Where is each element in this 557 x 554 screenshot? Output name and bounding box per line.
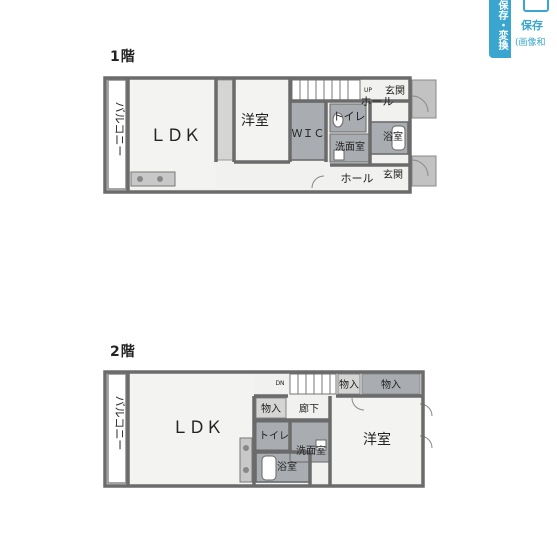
save-convert-vertical-label: 保存・変換	[496, 0, 507, 50]
floor1-stove-icon	[157, 176, 163, 182]
floor2-storage-top2-label: 物入	[381, 378, 401, 391]
floor2-balcony-label: バルコニー	[113, 396, 126, 451]
floor-plan-drawing: バルコニー ＬＤＫ 洋室 ＷＩＣ トイレ 洗面室 浴室 ホール 玄関 ホール 玄…	[103, 76, 437, 488]
floor2-kitchen-counter	[239, 437, 253, 483]
floor1-toilet-label: トイレ	[333, 110, 366, 123]
floor2-washroom-label: 洗面室	[296, 444, 326, 457]
floor2-sink-icon	[243, 445, 249, 451]
save-button-subtitle: (画像和	[515, 38, 546, 48]
floor2-toilet-label: トイレ	[259, 431, 289, 442]
save-button-title: 保存	[521, 19, 543, 32]
save-button[interactable]: 保存 (画像和	[511, 0, 557, 58]
floor2-ldk-label: ＬＤＫ	[172, 418, 223, 438]
floor2-stove-icon	[243, 467, 249, 473]
save-icon	[523, 0, 549, 12]
floor1-washroom-label: 洗面室	[335, 140, 365, 153]
floor1-entrance-top-label: 玄関	[385, 84, 405, 97]
floor1-bath-label: 浴室	[383, 130, 403, 143]
floor2-bathtub	[261, 455, 277, 481]
floor2-western-label: 洋室	[363, 431, 391, 448]
floor2-storage-top1-label: 物入	[339, 378, 359, 391]
floor1-entrance-top	[411, 79, 437, 119]
floor1-ldk-label: ＬＤＫ	[150, 126, 201, 146]
floor1-closet	[215, 79, 235, 161]
floor2-bath-label: 浴室	[277, 460, 297, 473]
floor2-stairs-down-label: DN	[275, 380, 284, 387]
floor1-hall-bottom-label: ホール	[341, 172, 374, 185]
floor1-stairs-up-label: UP	[364, 87, 372, 94]
floor2-corridor-label: 廊下	[299, 402, 319, 415]
floor2-storage-left-label: 物入	[261, 402, 281, 415]
floor1-sink-icon	[137, 176, 143, 182]
floor1-stairs	[291, 79, 361, 101]
floor1-balcony-label: バルコニー	[113, 102, 126, 157]
floor2-stairs	[289, 373, 337, 395]
save-convert-tab[interactable]: 保存・変換 保存 (画像和	[489, 0, 557, 58]
floor1-wic-label: ＷＩＣ	[292, 127, 325, 140]
floor1-entrance-bottom-label: 玄関	[383, 168, 403, 181]
floor1-western-label: 洋室	[241, 112, 269, 129]
